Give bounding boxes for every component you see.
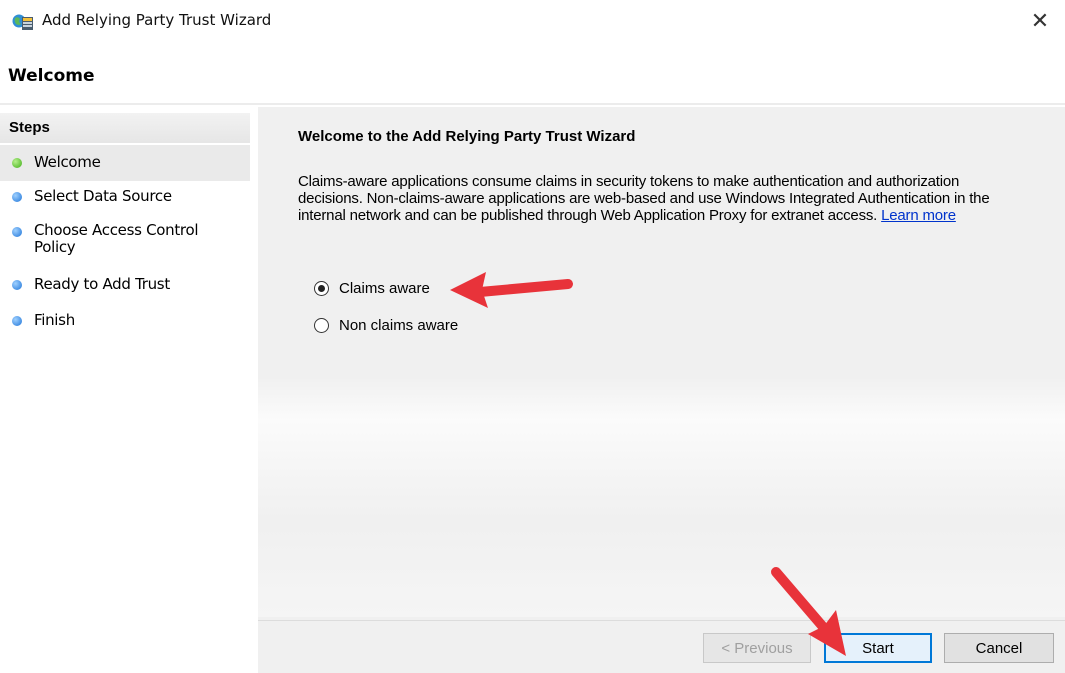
claims-aware-label: Claims aware <box>339 280 430 297</box>
step-status-pending-icon <box>12 192 22 202</box>
heading-divider <box>0 103 1065 105</box>
step-label: Select Data Source <box>34 187 172 205</box>
step-status-pending-icon <box>12 280 22 290</box>
learn-more-link[interactable]: Learn more <box>881 207 956 224</box>
step-label: Finish <box>34 311 75 329</box>
non-claims-aware-label: Non claims aware <box>339 317 459 334</box>
window-title: Add Relying Party Trust Wizard <box>42 11 272 29</box>
content-description: Claims-aware applications consume claims… <box>298 173 1008 224</box>
step-label: Welcome <box>34 153 101 171</box>
close-icon: ✕ <box>1030 8 1050 33</box>
start-button[interactable]: Start <box>824 633 932 663</box>
step-label: Ready to Add Trust <box>34 275 170 293</box>
step-welcome[interactable]: Welcome <box>0 145 250 181</box>
previous-button[interactable]: < Previous <box>703 633 811 663</box>
step-choose-access-control-policy[interactable]: Choose Access Control Policy <box>0 217 250 269</box>
steps-pane: Steps Welcome Select Data Source Choose … <box>0 107 252 673</box>
step-status-pending-icon <box>12 316 22 326</box>
non-claims-aware-option[interactable]: Non claims aware <box>314 317 458 334</box>
close-button[interactable]: ✕ <box>1025 6 1055 36</box>
content-gradient <box>258 377 1065 617</box>
steps-header-label: Steps <box>9 119 50 136</box>
cancel-button-label: Cancel <box>975 639 1023 657</box>
non-claims-aware-radio[interactable] <box>314 318 329 333</box>
step-status-pending-icon <box>12 227 22 237</box>
content-pane: Welcome to the Add Relying Party Trust W… <box>258 107 1065 673</box>
start-button-label: Start <box>862 639 894 657</box>
footer-divider <box>258 620 1065 621</box>
claims-aware-radio[interactable] <box>314 281 329 296</box>
page-heading: Welcome <box>8 66 95 86</box>
title-bar: Add Relying Party Trust Wizard ✕ <box>0 0 1065 46</box>
steps-header: Steps <box>0 113 250 143</box>
claims-aware-option[interactable]: Claims aware <box>314 280 430 297</box>
step-ready-to-add-trust[interactable]: Ready to Add Trust <box>0 270 250 304</box>
step-select-data-source[interactable]: Select Data Source <box>0 181 250 215</box>
previous-button-label: < Previous <box>721 639 793 657</box>
step-label: Choose Access Control Policy <box>34 221 199 256</box>
relying-party-trust-icon <box>12 14 33 30</box>
content-title: Welcome to the Add Relying Party Trust W… <box>298 128 636 145</box>
step-finish[interactable]: Finish <box>0 306 250 340</box>
step-status-complete-icon <box>12 158 22 168</box>
cancel-button[interactable]: Cancel <box>944 633 1054 663</box>
wizard-window: Add Relying Party Trust Wizard ✕ Welcome… <box>0 0 1065 673</box>
